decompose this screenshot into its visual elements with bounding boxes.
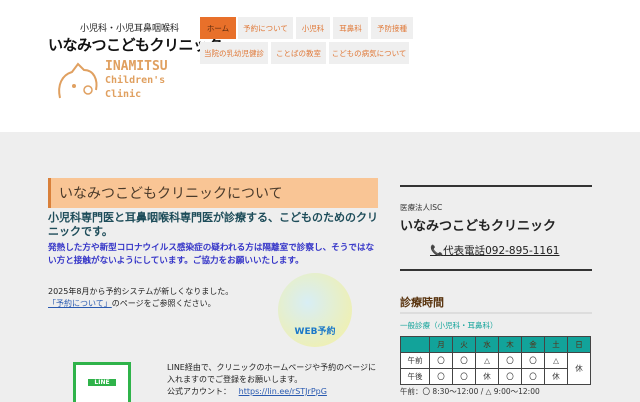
nav-home[interactable]: ホーム xyxy=(200,17,236,39)
bear-logo-icon xyxy=(58,62,98,99)
section-heading: いなみつこどもクリニックについて xyxy=(48,178,378,208)
divider xyxy=(400,312,592,314)
divider xyxy=(400,185,592,187)
system-notice: 2025年8月から予約システムが新しくなりました。 「予約について」のページをご… xyxy=(48,287,234,308)
line-qr-code: LINE xyxy=(73,362,131,402)
nav-checkup[interactable]: 当院の乳幼児健診 xyxy=(200,42,268,64)
subtitle: 小児科専門医と耳鼻咽喉科専門医が診療する、こどものためのクリニックです。 xyxy=(48,211,378,238)
general-label: 一般診療（小児科・耳鼻科） xyxy=(400,321,498,330)
logo-subtitle: 小児科・小児耳鼻咽喉科 xyxy=(80,24,180,34)
table-row: 午前 〇〇 △ 〇〇 △ 休 xyxy=(400,352,591,385)
logo-title[interactable]: いなみつこどもクリニック xyxy=(48,34,223,55)
nav-ent[interactable]: 耳鼻科 xyxy=(333,17,368,39)
reserve-link[interactable]: 「予約について」 xyxy=(48,299,112,308)
line-info: LINE経由で、クリニックのホームページや予約のページに入れますのでご登録をお願… xyxy=(167,363,376,396)
clinic-name: いなみつこどもクリニック xyxy=(400,219,557,234)
hours-title: 診療時間 xyxy=(400,296,444,309)
corp-name: 医療法人ISC xyxy=(400,203,443,212)
web-reservation-button[interactable]: WEB予約 xyxy=(278,273,352,347)
phone-icon: 📞 xyxy=(430,245,444,257)
line-account-link[interactable]: https://lin.ee/rSTJrPpG xyxy=(239,387,327,396)
logo-english: INAMITSU Children's Clinic xyxy=(105,59,168,101)
nav-language-class[interactable]: ことばの教室 xyxy=(271,42,326,64)
nav-vaccination[interactable]: 予防接種 xyxy=(371,17,413,39)
nav-reservation[interactable]: 予約について xyxy=(238,17,293,39)
divider xyxy=(400,269,592,271)
phone-link[interactable]: 📞代表電話092-895-1161 xyxy=(430,243,559,258)
table-row: 午後 〇〇休〇〇休 xyxy=(400,368,591,385)
nav-pediatrics[interactable]: 小児科 xyxy=(296,17,330,39)
nav-illness[interactable]: こどもの病気について xyxy=(329,42,409,64)
hours-note: 午前：〇 8:30〜12:00 / △ 9:00〜12:00 xyxy=(400,387,540,396)
header: 小児科・小児耳鼻咽喉科 いなみつこどもクリニック INAMITSU Childr… xyxy=(0,0,640,132)
notice: 発熱した方や新型コロナウイルス感染症の疑われる方は隔離室で診察し、そうではない方… xyxy=(48,243,375,266)
hours-table: 月火水木金土日 午前 〇〇 △ 〇〇 △ 休 午後 〇〇休〇〇休 xyxy=(400,336,591,385)
